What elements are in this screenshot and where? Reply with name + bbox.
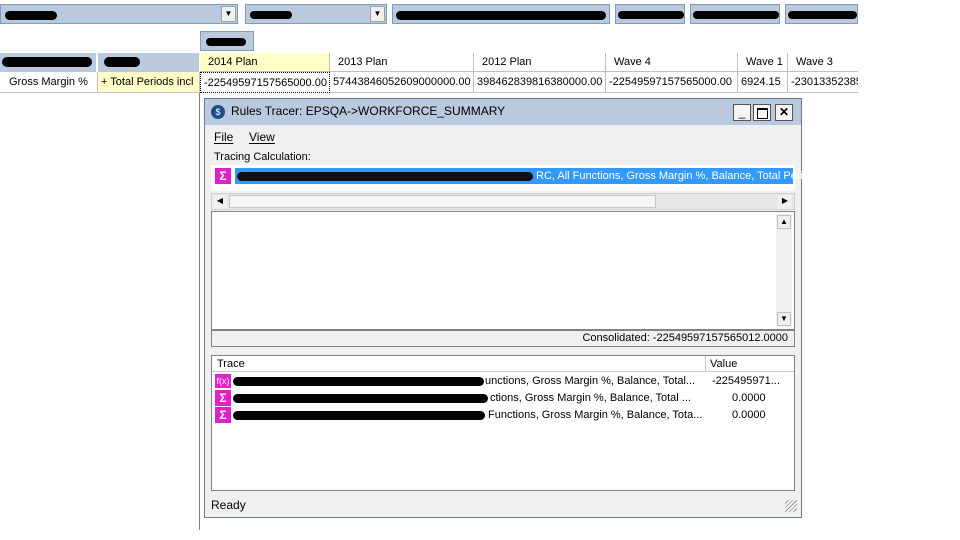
row-header-divider bbox=[199, 93, 200, 530]
dimension-combo-4[interactable] bbox=[615, 4, 685, 24]
grid-cell-2012-plan[interactable]: 398462839816380000.00 bbox=[474, 72, 606, 93]
window-titlebar[interactable]: $ Rules Tracer: EPSQA->WORKFORCE_SUMMARY… bbox=[205, 99, 801, 125]
row-label-total-periods[interactable]: + Total Periods incl bbox=[98, 72, 200, 93]
sigma-icon: Σ bbox=[215, 407, 231, 423]
rules-tracer-window: $ Rules Tracer: EPSQA->WORKFORCE_SUMMARY… bbox=[204, 98, 803, 518]
row-label-gross-margin: Gross Margin % bbox=[0, 72, 98, 93]
dimension-combo-5[interactable] bbox=[690, 4, 780, 24]
trace-column-header[interactable]: Trace bbox=[212, 356, 706, 372]
sigma-icon: Σ bbox=[215, 390, 231, 406]
dimension-combo-3[interactable] bbox=[392, 4, 610, 24]
grid-cell-wave-1[interactable]: 6924.15 bbox=[738, 72, 788, 93]
redacted-text bbox=[618, 11, 684, 19]
trace-row[interactable]: f(x) unctions, Gross Margin %, Balance, … bbox=[212, 373, 794, 390]
grid-cell-wave-4[interactable]: -22549597157565000.00 bbox=[606, 72, 738, 93]
trace-row-value: 0.0000 bbox=[732, 409, 766, 421]
trace-row[interactable]: Σ Functions, Gross Margin %, Balance, To… bbox=[212, 407, 794, 424]
trace-row-text: ctions, Gross Margin %, Balance, Total .… bbox=[490, 392, 691, 404]
grid-cell-2014-plan[interactable]: -22549597157565000.00 bbox=[200, 72, 330, 93]
app-icon: $ bbox=[211, 105, 225, 119]
maximize-icon[interactable] bbox=[753, 104, 771, 121]
scroll-right-icon[interactable]: ▶ bbox=[778, 195, 792, 209]
trace-row-value: -225495971... bbox=[712, 375, 780, 387]
scroll-down-icon[interactable]: ▼ bbox=[777, 312, 791, 326]
consolidated-bar: Consolidated: -22549597157565012.0000 bbox=[211, 330, 795, 347]
redacted-text bbox=[396, 11, 606, 20]
redacted-text bbox=[693, 11, 779, 19]
horizontal-scrollbar[interactable]: ◀ ▶ bbox=[211, 193, 795, 210]
minimize-icon[interactable]: _ bbox=[733, 104, 751, 121]
redacted-text bbox=[104, 57, 140, 67]
trace-table[interactable]: Trace Value f(x) unctions, Gross Margin … bbox=[211, 355, 795, 491]
row-dimension-chip-1[interactable] bbox=[0, 53, 97, 72]
redacted-text bbox=[250, 11, 292, 19]
trace-row-value: 0.0000 bbox=[732, 392, 766, 404]
column-header-wave-4[interactable]: Wave 4 bbox=[606, 53, 738, 72]
redacted-text bbox=[233, 411, 485, 420]
grid-right-edge bbox=[858, 4, 859, 94]
redacted-text bbox=[5, 11, 57, 20]
scrollbar-thumb[interactable] bbox=[229, 195, 656, 208]
column-header-2013-plan[interactable]: 2013 Plan bbox=[330, 53, 474, 72]
grid-cell-wave-3[interactable]: -23013352385 bbox=[788, 72, 858, 93]
value-column-header[interactable]: Value bbox=[706, 356, 794, 372]
resize-grip-icon[interactable] bbox=[785, 500, 797, 512]
redacted-text bbox=[237, 172, 533, 181]
scroll-left-icon[interactable]: ◀ bbox=[213, 195, 227, 209]
chevron-down-icon[interactable]: ▼ bbox=[370, 6, 385, 22]
status-text: Ready bbox=[211, 498, 246, 512]
column-header-2014-plan[interactable]: 2014 Plan bbox=[200, 53, 330, 72]
trace-row-text: Functions, Gross Margin %, Balance, Tota… bbox=[488, 409, 703, 421]
menu-file[interactable]: File bbox=[214, 129, 233, 145]
tracing-calculation-list[interactable]: Σ RC, All Functions, Gross Margin %, Bal… bbox=[211, 165, 803, 191]
function-icon: f(x) bbox=[215, 374, 231, 388]
redacted-text bbox=[788, 11, 857, 19]
chevron-down-icon[interactable]: ▼ bbox=[221, 6, 236, 22]
row-dimension-chip-2[interactable] bbox=[98, 53, 199, 72]
close-icon[interactable]: ✕ bbox=[775, 104, 793, 121]
trace-row[interactable]: Σ ctions, Gross Margin %, Balance, Total… bbox=[212, 390, 794, 407]
sigma-icon: Σ bbox=[215, 168, 231, 184]
redacted-text bbox=[206, 38, 246, 46]
selected-calculation-row[interactable]: RC, All Functions, Gross Margin %, Balan… bbox=[235, 168, 803, 184]
scroll-up-icon[interactable]: ▲ bbox=[777, 215, 791, 229]
column-header-2012-plan[interactable]: 2012 Plan bbox=[474, 53, 606, 72]
redacted-text bbox=[233, 394, 488, 403]
selected-calculation-text: RC, All Functions, Gross Margin %, Balan… bbox=[536, 170, 803, 182]
dimension-combo-1[interactable]: ▼ bbox=[0, 4, 238, 24]
column-header-wave-3[interactable]: Wave 3 bbox=[788, 53, 858, 72]
window-title: Rules Tracer: EPSQA->WORKFORCE_SUMMARY bbox=[231, 104, 506, 118]
status-bar: Ready bbox=[205, 495, 801, 517]
column-header-wave-1[interactable]: Wave 1 bbox=[738, 53, 788, 72]
redacted-text bbox=[2, 57, 92, 67]
tracing-label: Tracing Calculation: bbox=[214, 151, 311, 163]
dimension-combo-6[interactable] bbox=[785, 4, 858, 24]
calculation-details-pane[interactable]: ▲ ▼ bbox=[211, 211, 795, 330]
vertical-scrollbar[interactable]: ▲ ▼ bbox=[776, 214, 792, 327]
redacted-text bbox=[233, 377, 484, 386]
grid-cell-2013-plan[interactable]: 57443846052609000000.00 bbox=[330, 72, 474, 93]
trace-row-text: unctions, Gross Margin %, Balance, Total… bbox=[485, 375, 696, 387]
menu-view[interactable]: View bbox=[249, 129, 275, 145]
dimension-combo-2[interactable]: ▼ bbox=[245, 4, 387, 24]
column-dimension-chip[interactable] bbox=[200, 31, 254, 51]
consolidated-value: Consolidated: -22549597157565012.0000 bbox=[582, 332, 788, 344]
